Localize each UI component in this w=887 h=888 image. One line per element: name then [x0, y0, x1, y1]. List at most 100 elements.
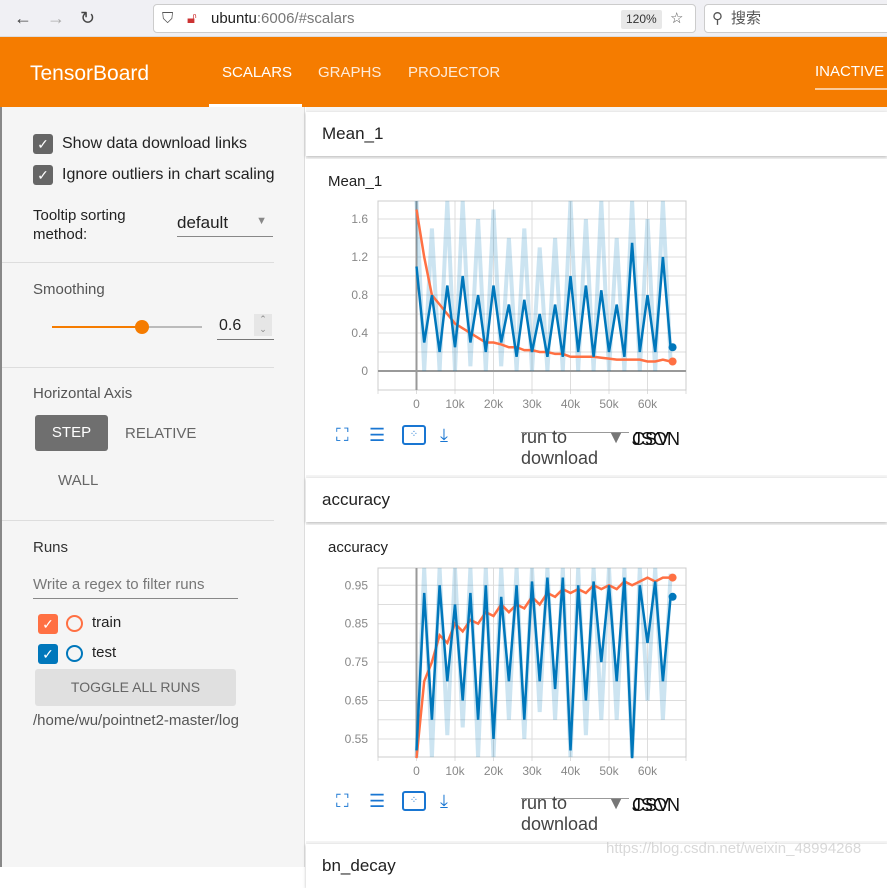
json-link[interactable]: JSON [632, 795, 680, 816]
series-end-point-train [668, 573, 677, 582]
y-tick-label: 1.2 [351, 250, 368, 264]
address-bar[interactable]: ⛉ 🔓︎ ubuntu:6006/#scalars 120% ☆ [153, 4, 696, 33]
stepper-icon[interactable]: ⌃ ⌄ [254, 314, 272, 336]
url-path: :6006/#scalars [256, 10, 355, 27]
x-tick-label: 50k [599, 397, 619, 411]
tab-scalars[interactable]: SCALARS [222, 64, 292, 81]
runs-label: Runs [33, 539, 69, 556]
horizontal-axis-label: Horizontal Axis [33, 385, 133, 402]
show-download-links-checkbox[interactable]: ✓ [33, 134, 53, 154]
x-tick-label: 50k [599, 764, 619, 778]
x-tick-label: 30k [522, 764, 542, 778]
zoom-level[interactable]: 120% [621, 10, 662, 29]
run-to-download-select[interactable]: run to download ▼ [521, 793, 629, 834]
sidebar: ✓ Show data download links ✓ Ignore outl… [0, 107, 305, 867]
smoothing-label: Smoothing [33, 281, 105, 298]
chart-title: Mean_1 [328, 173, 383, 190]
ignore-outliers-checkbox[interactable]: ✓ [33, 165, 53, 185]
series-end-point-test [668, 343, 677, 352]
main-content: Mean_1 Mean_1 0 0.4 0.8 1.2 1.6 0 10k 20k 30k 40k… [306, 107, 887, 888]
app-header: TensorBoard SCALARS GRAPHS PROJECTOR INA… [0, 37, 887, 107]
inactive-dropdown[interactable]: INACTIVE [815, 63, 887, 90]
x-tick-label: 10k [445, 397, 465, 411]
series-end-point-test [668, 592, 677, 601]
fit-domain-icon[interactable]: ⁘ [402, 425, 426, 445]
divider [2, 520, 274, 521]
download-icon[interactable]: ⤓ [440, 791, 448, 812]
y-tick-label: 0.55 [345, 732, 369, 746]
tooltip-sorting-select[interactable]: default ▼ [177, 211, 273, 237]
shield-icon: ⛉ [162, 10, 174, 27]
forward-button[interactable]: → [47, 8, 65, 29]
x-tick-label: 60k [638, 764, 658, 778]
section-title: bn_decay [322, 856, 396, 875]
toggle-log-scale-icon[interactable]: ☰ [369, 425, 385, 446]
axis-wall-button[interactable]: WALL [58, 472, 98, 489]
x-tick-label: 0 [413, 764, 420, 778]
section-header-mean-1[interactable]: Mean_1 [306, 112, 887, 156]
divider [2, 367, 274, 368]
test-run-label: test [92, 644, 117, 661]
x-tick-label: 20k [484, 397, 504, 411]
chart-mean-1[interactable]: 0 0.4 0.8 1.2 1.6 0 10k 20k 30k 40k 50k 60k [330, 195, 690, 420]
axis-relative-button[interactable]: RELATIVE [125, 425, 196, 442]
y-tick-label: 1.6 [351, 212, 368, 226]
smoothing-slider-fill [52, 326, 142, 328]
reload-button[interactable]: ↻ [80, 8, 95, 29]
run-filter-input[interactable]: Write a regex to filter runs [33, 571, 238, 599]
fit-domain-icon[interactable]: ⁘ [402, 791, 426, 811]
x-tick-label: 30k [522, 397, 542, 411]
download-icon[interactable]: ⤓ [440, 425, 448, 446]
x-tick-label: 60k [638, 397, 658, 411]
chart-card-mean-1: Mean_1 0 0.4 0.8 1.2 1.6 0 10k 20k 30k 40k 50k 60k … [306, 159, 887, 475]
tab-projector[interactable]: PROJECTOR [408, 64, 500, 81]
y-tick-label: 0.4 [351, 326, 368, 340]
chart-card-accuracy: accuracy 0.55 0.65 0.75 0.85 0.95 0 10k 20k 30k 4… [306, 525, 887, 841]
test-run-checkbox[interactable]: ✓ [38, 644, 58, 664]
back-button[interactable]: ← [14, 8, 32, 29]
tooltip-sorting-label: Tooltip sorting method: [33, 207, 126, 243]
run-filter-placeholder: Write a regex to filter runs [33, 576, 205, 593]
watermark: https://blog.csdn.net/weixin_48994268 [606, 840, 862, 857]
test-color-circle-icon[interactable] [66, 645, 83, 662]
divider [2, 262, 274, 263]
json-link[interactable]: JSON [632, 429, 680, 450]
fullscreen-icon[interactable]: ⛶ [336, 425, 349, 446]
chart-accuracy[interactable]: 0.55 0.65 0.75 0.85 0.95 0 10k 20k 30k 40k 50k 60k [330, 562, 690, 787]
fullscreen-icon[interactable]: ⛶ [336, 791, 349, 812]
tab-graphs[interactable]: GRAPHS [318, 64, 381, 81]
insecure-lock-icon: 🔓︎ [187, 10, 197, 27]
section-title: Mean_1 [322, 124, 384, 143]
x-tick-label: 40k [561, 397, 581, 411]
train-run-label: train [92, 614, 122, 631]
axis-step-button[interactable]: STEP [35, 415, 108, 451]
browser-search-input[interactable]: ⚲ 搜索 [704, 4, 887, 33]
y-tick-label: 0 [361, 364, 368, 378]
smoothing-slider[interactable] [52, 320, 202, 334]
logdir-path: /home/wu/pointnet2-master/log [33, 712, 239, 729]
url-host: ubuntu [211, 10, 257, 27]
toggle-all-runs-button[interactable]: TOGGLE ALL RUNS [35, 669, 236, 706]
train-color-circle-icon[interactable] [66, 615, 83, 632]
run-to-download-select[interactable]: run to download ▼ [521, 427, 629, 468]
series-end-point-train [668, 357, 677, 366]
section-header-accuracy[interactable]: accuracy [306, 478, 887, 522]
show-download-links-label: Show data download links [62, 135, 248, 152]
y-tick-label: 0.95 [345, 578, 369, 592]
y-tick-label: 0.75 [345, 655, 369, 669]
url-text: ubuntu:6006/#scalars [211, 5, 354, 32]
smoothing-slider-knob[interactable] [135, 320, 149, 334]
bookmark-star-icon[interactable]: ☆ [670, 5, 683, 32]
smoothing-input[interactable]: 0.6 ⌃ ⌄ [217, 314, 274, 340]
browser-toolbar: ← → ↻ ⛉ 🔓︎ ubuntu:6006/#scalars 120% ☆ ⚲… [0, 0, 887, 37]
x-tick-label: 40k [561, 764, 581, 778]
train-run-checkbox[interactable]: ✓ [38, 614, 58, 634]
search-icon: ⚲ [712, 10, 723, 27]
x-tick-label: 10k [445, 764, 465, 778]
y-tick-label: 0.85 [345, 617, 369, 631]
smoothing-value: 0.6 [219, 317, 242, 334]
dropdown-arrow-icon: ▼ [607, 427, 625, 447]
x-tick-label: 20k [484, 764, 504, 778]
toggle-log-scale-icon[interactable]: ☰ [369, 791, 385, 812]
y-tick-label: 0.8 [351, 288, 368, 302]
